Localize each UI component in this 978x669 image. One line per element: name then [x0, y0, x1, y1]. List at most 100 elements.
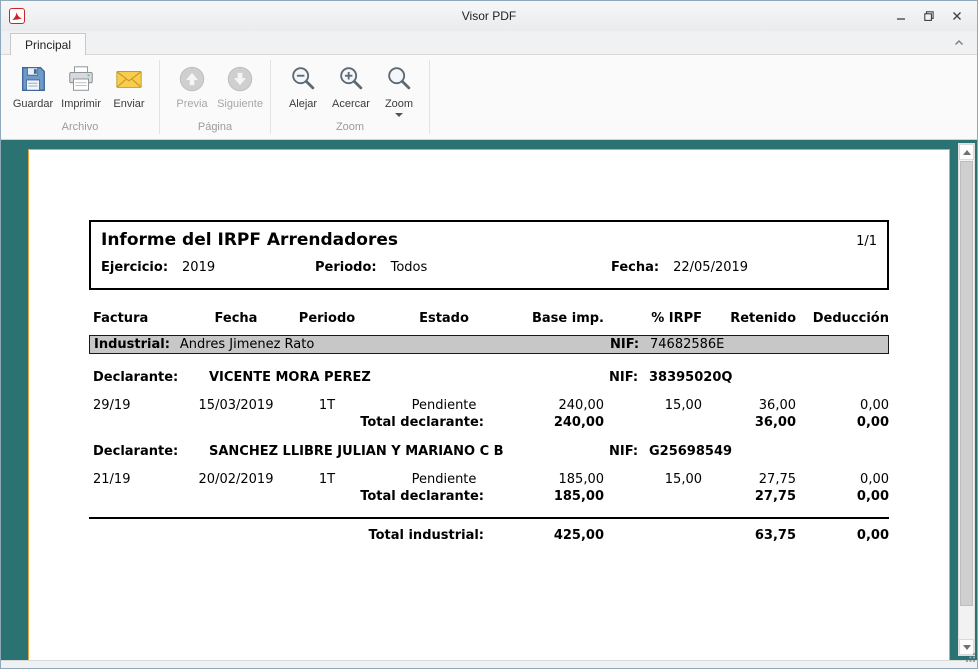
industrial-nif-label: NIF: [610, 337, 639, 352]
printer-icon [66, 64, 96, 94]
cell-estado: Pendiente [359, 398, 529, 413]
page-indicator: 1/1 [856, 234, 877, 249]
tab-principal[interactable]: Principal [10, 33, 86, 55]
total-industrial-label: Total industrial: [89, 528, 529, 543]
siguiente-button[interactable]: Siguiente [216, 59, 264, 118]
industrial-nif: 74682586E [650, 337, 724, 352]
imprimir-button[interactable]: Imprimir [57, 59, 105, 118]
meta-ejercicio: Ejercicio:2019 [101, 260, 215, 275]
resize-grip[interactable] [966, 649, 975, 667]
email-icon [114, 64, 144, 94]
fecha-label: Fecha: [611, 260, 659, 275]
cell-base: 185,00 [529, 472, 604, 487]
scrollbar-thumb[interactable] [960, 161, 973, 606]
total-deduccion: 0,00 [796, 415, 889, 430]
pdf-page: Informe del IRPF Arrendadores 1/1 Ejerci… [28, 149, 950, 660]
scroll-up-button[interactable] [959, 144, 974, 160]
total-industrial-base: 425,00 [529, 528, 604, 543]
close-icon [951, 10, 963, 22]
cell-periodo: 1T [295, 398, 359, 413]
enviar-button[interactable]: Enviar [105, 59, 153, 118]
save-icon [18, 64, 48, 94]
titlebar[interactable]: Visor PDF [1, 1, 977, 31]
industrial-name: Andres Jimenez Rato [180, 337, 314, 352]
declarante-header: Declarante: SANCHEZ LLIBRE JULIAN Y MARI… [89, 444, 889, 460]
acercar-label: Acercar [332, 98, 370, 110]
group-zoom: Alejar Acercar [271, 55, 429, 139]
vertical-scrollbar[interactable] [958, 143, 975, 656]
group-archivo-label: Archivo [1, 118, 159, 139]
cell-deduccion: 0,00 [796, 472, 889, 487]
minimize-button[interactable] [887, 6, 915, 26]
total-declarante-row: Total declarante: 240,00 36,00 0,00 [89, 415, 889, 430]
window-title: Visor PDF [1, 9, 977, 23]
siguiente-label: Siguiente [217, 98, 263, 110]
empty-cell [604, 489, 702, 504]
minimize-icon [895, 10, 907, 22]
group-divider [429, 60, 430, 134]
cell-retenido: 36,00 [702, 398, 796, 413]
col-base-imp: Base imp. [529, 311, 604, 327]
cell-periodo: 1T [295, 472, 359, 487]
cell-retenido: 27,75 [702, 472, 796, 487]
declarante-header: Declarante: VICENTE MORA PEREZ NIF: 3839… [89, 370, 889, 386]
col-fecha: Fecha [177, 311, 295, 327]
alejar-button[interactable]: Alejar [279, 59, 327, 118]
col-estado: Estado [359, 311, 529, 327]
industrial-bar: Industrial: Andres Jimenez Rato NIF: 746… [89, 335, 889, 354]
chevron-up-icon [953, 37, 965, 49]
previa-button[interactable]: Previa [168, 59, 216, 118]
zoom-in-icon [336, 64, 366, 94]
ribbon-tab-row: Principal [1, 31, 977, 54]
total-retenido: 27,75 [702, 489, 796, 504]
zoom-button[interactable]: Zoom [375, 59, 423, 118]
cell-deduccion: 0,00 [796, 398, 889, 413]
restore-button[interactable] [915, 6, 943, 26]
visor-pdf-window: Visor PDF Principal [0, 0, 978, 669]
alejar-label: Alejar [289, 98, 317, 110]
periodo-value: Todos [391, 260, 428, 275]
restore-icon [923, 10, 935, 22]
col-irpf: % IRPF [604, 311, 702, 327]
fecha-value: 22/05/2019 [673, 260, 748, 275]
scrollbar-track[interactable] [959, 160, 974, 639]
group-pagina-label: Página [160, 118, 270, 139]
triangle-up-icon [963, 150, 971, 155]
declarante-nif-label: NIF: [609, 444, 638, 459]
empty-cell [604, 415, 702, 430]
declarante-label: Declarante: [93, 370, 178, 385]
cell-base: 240,00 [529, 398, 604, 413]
cell-estado: Pendiente [359, 472, 529, 487]
cell-irpf: 15,00 [604, 398, 702, 413]
resize-grip-icon [966, 653, 975, 662]
col-deduccion: Deducción [796, 311, 889, 327]
total-base: 185,00 [529, 489, 604, 504]
invoice-row: 21/19 20/02/2019 1T Pendiente 185,00 15,… [89, 472, 889, 487]
declarante-nif-label: NIF: [609, 370, 638, 385]
enviar-label: Enviar [113, 98, 144, 110]
guardar-label: Guardar [13, 98, 53, 110]
declarante-name: SANCHEZ LLIBRE JULIAN Y MARIANO C B [209, 444, 504, 459]
declarante-nif: 38395020Q [649, 370, 732, 385]
separator-line [89, 517, 889, 519]
total-base: 240,00 [529, 415, 604, 430]
imprimir-label: Imprimir [61, 98, 101, 110]
empty-cell [604, 528, 702, 543]
cell-fecha: 20/02/2019 [177, 472, 295, 487]
close-button[interactable] [943, 6, 971, 26]
periodo-label: Periodo: [315, 260, 377, 275]
acercar-button[interactable]: Acercar [327, 59, 375, 118]
report-title: Informe del IRPF Arrendadores [101, 230, 398, 250]
group-pagina: Previa Siguiente Página [160, 55, 270, 139]
declarante-label: Declarante: [93, 444, 178, 459]
tab-principal-label: Principal [25, 38, 71, 52]
col-periodo: Periodo [295, 311, 359, 327]
arrow-down-circle-icon [225, 64, 255, 94]
group-archivo: Guardar Imprimir [1, 55, 159, 139]
ribbon-collapse-button[interactable] [949, 35, 969, 51]
guardar-button[interactable]: Guardar [9, 59, 57, 118]
total-declarante-label: Total declarante: [89, 489, 529, 504]
report-meta: Ejercicio:2019 Periodo: Todos Fecha: 22/05… [101, 260, 877, 276]
invoice-row: 29/19 15/03/2019 1T Pendiente 240,00 15,… [89, 398, 889, 413]
cell-factura: 29/19 [89, 398, 177, 413]
